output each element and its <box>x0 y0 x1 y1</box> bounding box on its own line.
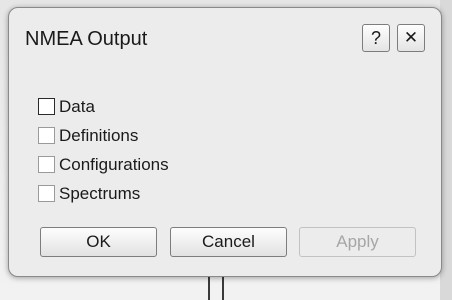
option-definitions[interactable]: Definitions <box>38 121 169 150</box>
close-button[interactable]: ✕ <box>397 24 425 52</box>
dialog-title: NMEA Output <box>25 28 148 50</box>
data-checkbox[interactable] <box>38 98 55 115</box>
configurations-checkbox[interactable] <box>38 156 55 173</box>
background-lines <box>204 276 230 300</box>
background-line <box>222 276 224 300</box>
output-options-list: Data Definitions Configurations Spectrum… <box>38 92 169 208</box>
definitions-checkbox[interactable] <box>38 127 55 144</box>
definitions-label: Definitions <box>59 125 139 145</box>
spectrums-label: Spectrums <box>59 183 141 203</box>
option-spectrums[interactable]: Spectrums <box>38 179 169 208</box>
ok-button[interactable]: OK <box>40 227 157 257</box>
help-icon: ? <box>370 28 381 48</box>
apply-button[interactable]: Apply <box>299 227 416 257</box>
help-button[interactable]: ? <box>362 24 390 52</box>
dialog-titlebar: NMEA Output ? ✕ <box>9 8 441 70</box>
cancel-button[interactable]: Cancel <box>170 227 287 257</box>
background-line <box>208 276 210 300</box>
option-configurations[interactable]: Configurations <box>38 150 169 179</box>
nmea-output-dialog: NMEA Output ? ✕ Data Definitions Configu… <box>8 7 442 277</box>
spectrums-checkbox[interactable] <box>38 185 55 202</box>
configurations-label: Configurations <box>59 154 169 174</box>
data-label: Data <box>59 96 95 116</box>
close-icon: ✕ <box>403 28 419 48</box>
option-data[interactable]: Data <box>38 92 169 121</box>
